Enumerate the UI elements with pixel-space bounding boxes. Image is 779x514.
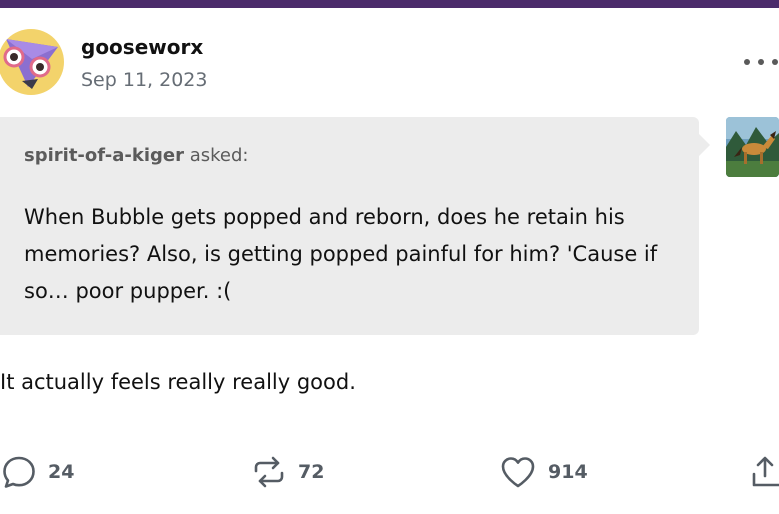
dot [758,59,764,65]
reply-button[interactable]: 24 [2,454,74,490]
author-username[interactable]: gooseworx [81,35,203,59]
answer-text: It actually feels really really good. [0,370,356,394]
reblog-arrows-icon [254,456,284,488]
dot [772,59,778,65]
reblog-count: 72 [298,461,325,483]
ask-bubble-tail [699,134,710,156]
asker-line: spirit-of-a-kiger asked: [24,145,248,166]
question-text: When Bubble gets popped and reborn, does… [24,205,658,303]
asker-avatar[interactable] [726,117,779,177]
asker-name[interactable]: spirit-of-a-kiger [24,145,184,166]
reblog-button[interactable]: 72 [252,454,324,490]
share-icon [752,456,779,487]
like-count: 914 [548,461,588,483]
reply-count: 24 [48,461,75,483]
heart-icon [501,457,535,488]
top-bar [0,0,779,8]
more-options-icon[interactable] [744,50,778,74]
author-avatar[interactable] [0,29,64,95]
dot [744,59,750,65]
share-button[interactable] [750,454,779,490]
speech-bubble-icon [3,456,35,488]
like-button[interactable]: 914 [500,454,588,490]
post-date[interactable]: Sep 11, 2023 [81,69,207,91]
asked-label: asked: [189,145,249,166]
